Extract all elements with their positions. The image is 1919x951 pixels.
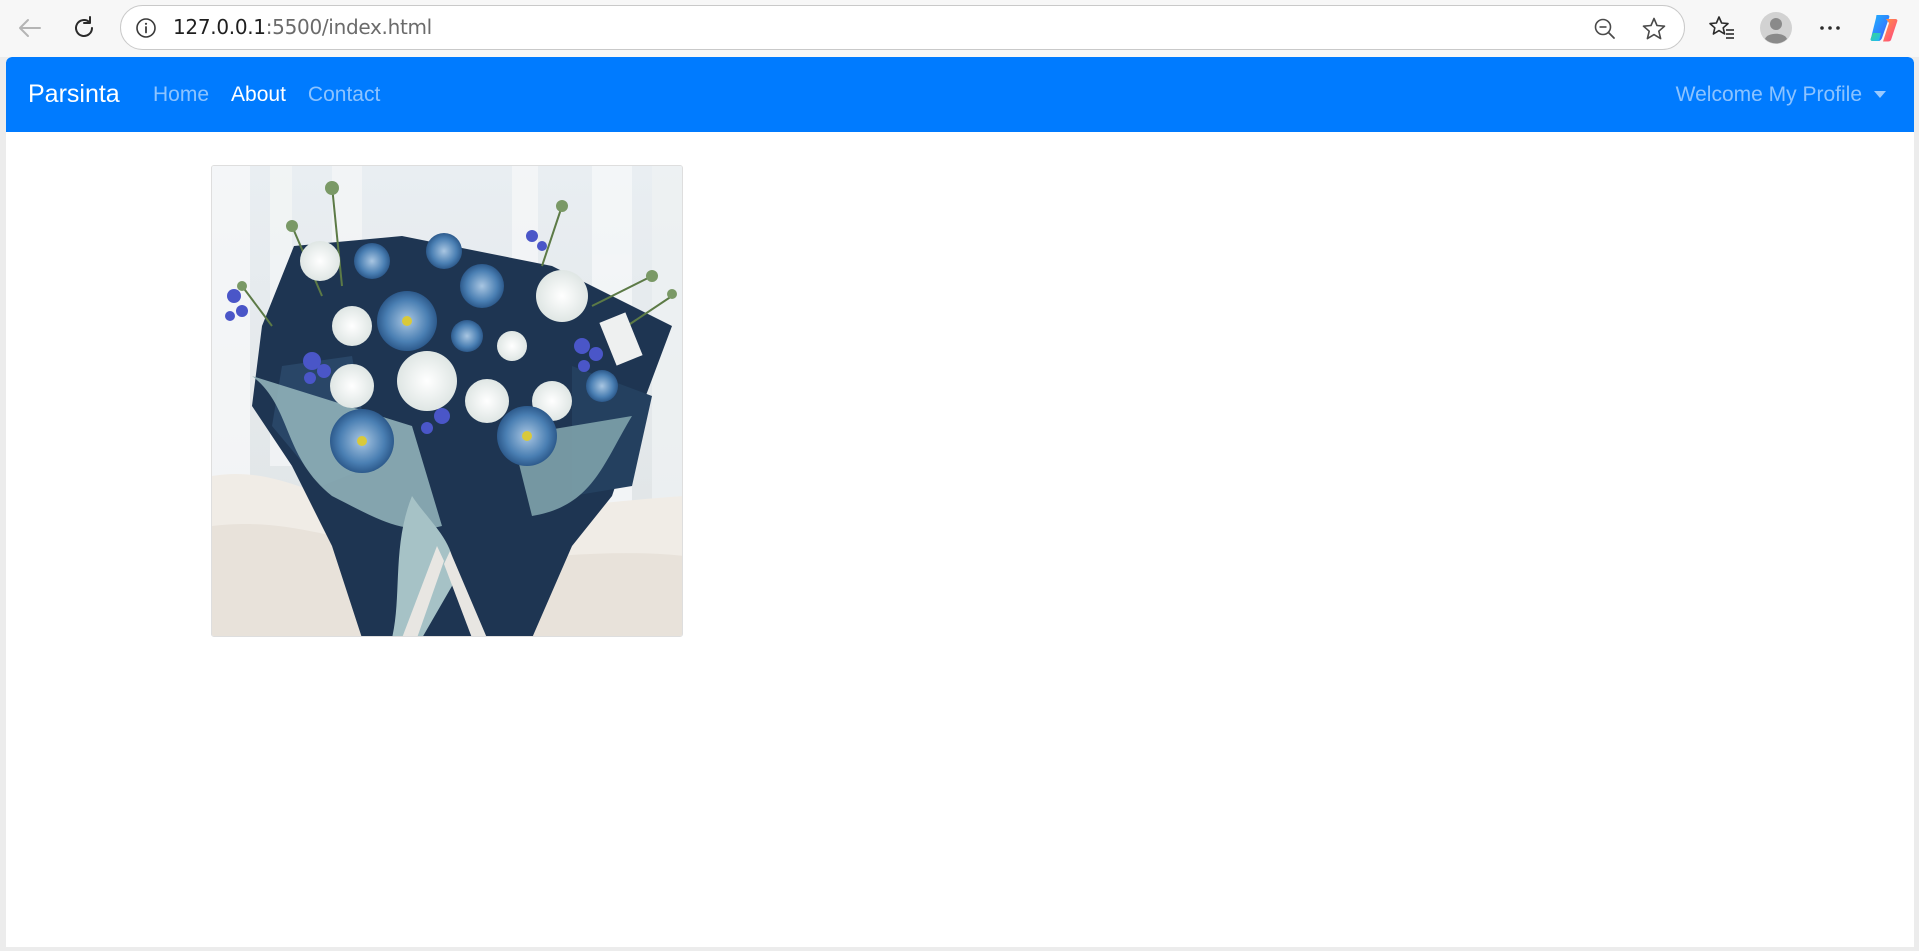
back-arrow-icon (19, 19, 41, 37)
browser-toolbar: 127.0.0.1:5500/index.html (0, 0, 1919, 57)
profile-button[interactable] (1756, 8, 1796, 48)
nav-link-contact[interactable]: Contact (308, 83, 380, 107)
profile-avatar-icon (1760, 12, 1792, 44)
zoom-out-icon[interactable] (1592, 16, 1618, 42)
more-button[interactable] (1810, 8, 1850, 48)
favorites-button[interactable] (1702, 8, 1742, 48)
bouquet-image (211, 165, 683, 637)
nav-link-about[interactable]: About (231, 83, 286, 107)
favorites-icon (1709, 16, 1734, 39)
copilot-button[interactable] (1864, 8, 1904, 48)
reload-icon (75, 16, 93, 37)
address-bar[interactable]: 127.0.0.1:5500/index.html (120, 5, 1685, 50)
more-icon (1820, 26, 1840, 30)
site-info-icon[interactable] (135, 17, 157, 39)
url-path: :5500/index.html (265, 15, 433, 39)
navbar: Parsinta Home About Contact Welcome My P… (6, 57, 1914, 132)
star-icon[interactable] (1640, 15, 1668, 43)
url-text[interactable]: 127.0.0.1:5500/index.html (173, 6, 432, 49)
page-viewport: Parsinta Home About Contact Welcome My P… (6, 57, 1914, 947)
reload-button[interactable] (64, 8, 104, 48)
nav-links: Home About Contact (153, 57, 402, 132)
url-host: 127.0.0.1 (173, 15, 266, 39)
caret-down-icon (1874, 91, 1886, 98)
nav-link-home[interactable]: Home (153, 83, 209, 107)
copilot-icon (1870, 15, 1898, 42)
profile-dropdown-toggle[interactable]: Welcome My Profile (1676, 57, 1886, 132)
navbar-brand[interactable]: Parsinta (28, 57, 120, 132)
profile-dropdown-label: Welcome My Profile (1675, 82, 1862, 106)
bouquet-illustration (212, 166, 682, 636)
back-button[interactable] (10, 8, 50, 48)
